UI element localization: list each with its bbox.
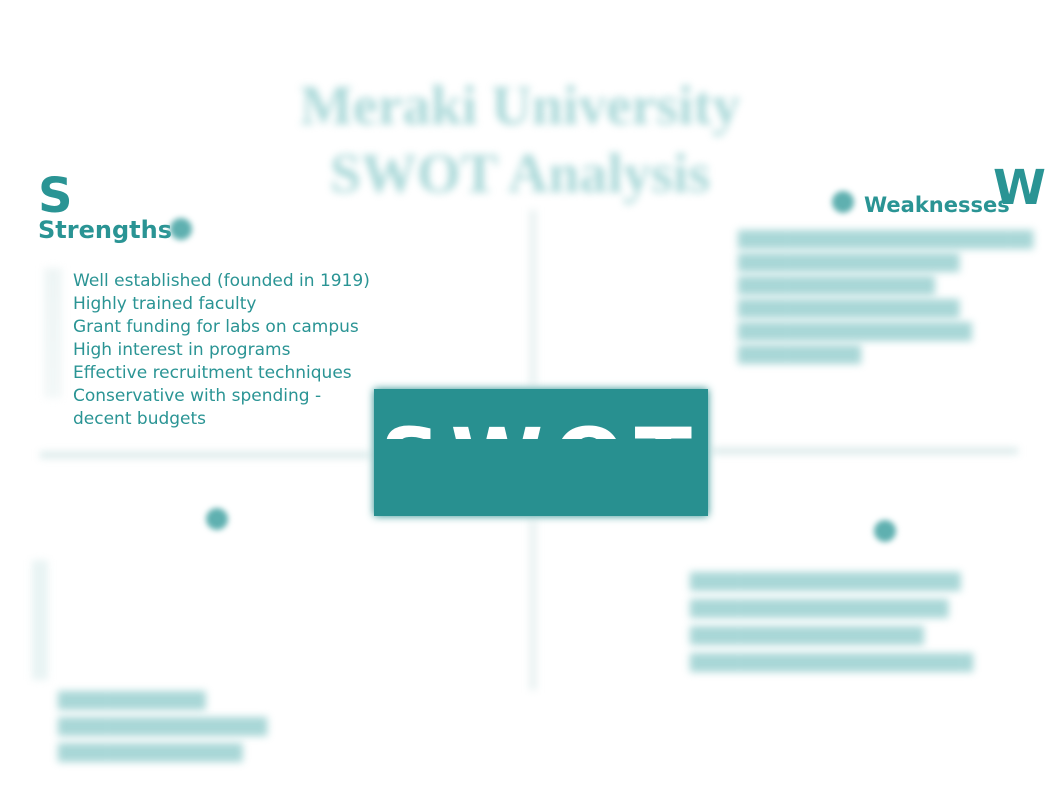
opportunities-bullets <box>32 560 48 680</box>
title-line-1: Meraki University <box>299 75 741 137</box>
opportunity-item: ███████████████ <box>58 743 243 762</box>
strengths-list: Well established (founded in 1919) Highl… <box>73 270 373 431</box>
opportunities-dot-icon <box>206 508 228 530</box>
opportunity-item: █████████████████ <box>58 717 268 736</box>
weakness-item: ██████████████████ <box>738 299 960 318</box>
horizontal-divider-left <box>40 452 370 458</box>
horizontal-divider-right <box>712 448 1018 454</box>
opportunity-item: ████████████ <box>58 691 206 710</box>
weaknesses-dot-icon <box>832 191 854 213</box>
strengths-bullets <box>44 268 62 398</box>
threat-item: ███████████████████████ <box>690 653 974 672</box>
strength-item: Effective recruitment techniques <box>73 363 352 383</box>
weaknesses-heading: Weaknesses <box>864 193 1010 217</box>
opportunities-list: ████████████ █████████████████ █████████… <box>58 688 268 766</box>
strength-item: Conservative with spending - decent budg… <box>73 386 322 429</box>
title-line-2: SWOT Analysis <box>329 143 711 205</box>
threats-dot-icon <box>874 520 896 542</box>
strengths-letter: S <box>38 168 73 224</box>
vertical-divider-top <box>530 210 536 385</box>
threats-list: ██████████████████████ █████████████████… <box>690 568 974 676</box>
strength-item: Well established (founded in 1919) <box>73 271 370 291</box>
weakness-item: ██████████████████ <box>738 253 960 272</box>
swot-center-label: SWOT <box>374 417 708 439</box>
weakness-item: ████████████████████████ <box>738 230 1034 249</box>
strength-item: Highly trained faculty <box>73 294 257 314</box>
weakness-item: ███████████████████ <box>738 322 972 341</box>
threat-item: ██████████████████████ <box>690 572 961 591</box>
vertical-divider-bottom <box>530 520 536 690</box>
document-title: Meraki University SWOT Analysis <box>250 72 790 208</box>
strengths-dot-icon <box>170 218 192 240</box>
weaknesses-list: ████████████████████████ ███████████████… <box>738 228 1034 366</box>
strength-item: Grant funding for labs on campus <box>73 317 359 337</box>
threat-item: ███████████████████ <box>690 626 924 645</box>
weakness-item: ██████████ <box>738 345 862 364</box>
strength-item: High interest in programs <box>73 340 291 360</box>
swot-center-box: SWOT <box>374 389 708 516</box>
weakness-item: ████████████████ <box>738 276 935 295</box>
threat-item: █████████████████████ <box>690 599 949 618</box>
strengths-heading: Strengths <box>38 216 172 244</box>
